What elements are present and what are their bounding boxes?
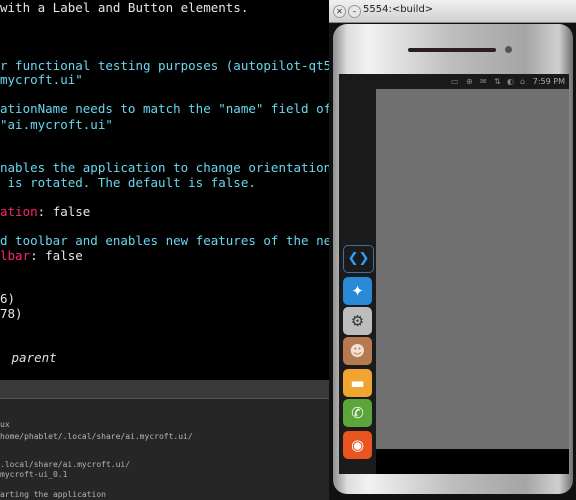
close-window-button[interactable]: ✕ [333, 5, 346, 18]
emulator-window: ✕ – 5554:<build> 7:59 PM ▭ ⊕ ✉ ⇅ ◐ ⌂ ❮❯ ✦ ⚙ ☻ ▬ ✆ ◉ [329, 0, 576, 500]
status-indicator-icon: ▭ [451, 77, 459, 86]
phone-screen[interactable]: 7:59 PM ▭ ⊕ ✉ ⇅ ◐ ⌂ ❮❯ ✦ ⚙ ☻ ▬ ✆ ◉ [339, 74, 569, 474]
phone-frame: 7:59 PM ▭ ⊕ ✉ ⇅ ◐ ⌂ ❮❯ ✦ ⚙ ☻ ▬ ✆ ◉ [333, 24, 573, 494]
code-line: d toolbar and enables new features of th… [0, 233, 330, 248]
log-line: .local/share/ai.mycroft.ui/ [0, 460, 131, 469]
code-line: 6) [0, 291, 15, 306]
code-line: "ai.mycroft.ui" [0, 117, 113, 132]
minimize-window-button[interactable]: – [348, 5, 361, 18]
code-editor[interactable]: with a Label and Button elements. r funct… [0, 0, 330, 380]
code-token: with a Label and Button elements. [0, 0, 249, 15]
code-token: is rotated. The default is false. [0, 175, 256, 190]
settings-icon[interactable]: ⚙ [343, 307, 372, 335]
ubuntu-store-icon[interactable]: ◉ [343, 431, 372, 459]
code-line: r functional testing purposes (autopilot… [0, 58, 330, 73]
log-line: arting the application [0, 490, 106, 499]
code-token: d toolbar and enables new features of th… [0, 233, 330, 248]
code-line: ation: false [0, 204, 90, 219]
code-token: 6) [0, 291, 16, 306]
status-bar[interactable]: 7:59 PM ▭ ⊕ ✉ ⇅ ◐ ⌂ [339, 74, 569, 89]
code-token: nables the application to change orienta… [0, 160, 330, 175]
phone-speaker [408, 48, 496, 52]
code-line: is rotated. The default is false. [0, 175, 256, 190]
code-token: ationName needs to match the "name" fiel… [0, 101, 330, 116]
code-line: nables the application to change orienta… [0, 160, 330, 175]
messaging-icon[interactable]: ▬ [343, 369, 372, 397]
status-indicator-icon: ⇅ [494, 77, 501, 86]
app-launcher: ❮❯ ✦ ⚙ ☻ ▬ ✆ ◉ [339, 89, 376, 474]
code-token: "ai.mycroft.ui" [0, 117, 113, 132]
app-surface[interactable] [376, 89, 569, 449]
log-line: mycroft-ui_0.1 [0, 470, 68, 479]
code-token: parent [4, 350, 57, 365]
status-indicator-icon: ✉ [480, 77, 487, 86]
panel-divider[interactable] [0, 380, 330, 399]
output-panel[interactable]: ux home/phablet/.local/share/ai.mycroft.u… [0, 380, 330, 500]
code-line: with a Label and Button elements. [0, 0, 248, 15]
code-line: 78) [0, 306, 23, 321]
contacts-icon[interactable]: ☻ [343, 337, 372, 365]
status-indicator-icon: ◐ [507, 77, 514, 86]
browser-icon[interactable]: ✦ [343, 277, 372, 305]
code-token: ation [0, 204, 38, 219]
log-line: home/phablet/.local/share/ai.mycroft.ui/ [0, 432, 193, 441]
code-token: lbar [0, 248, 31, 263]
code-line: lbar: false [0, 248, 83, 263]
code-line: parent [4, 350, 57, 365]
code-token: : false [37, 204, 91, 219]
phone-camera [505, 46, 512, 53]
log-line: ux [0, 420, 10, 429]
code-line: mycroft.ui" [0, 72, 83, 87]
window-title: 5554:<build> [363, 4, 434, 15]
status-indicator-icon: ⊕ [466, 77, 473, 86]
status-indicator-icon: ⌂ [520, 77, 526, 86]
phone-icon[interactable]: ✆ [343, 399, 372, 427]
code-token: mycroft.ui" [0, 72, 83, 87]
emulator-titlebar[interactable]: ✕ – 5554:<build> [329, 0, 576, 23]
dash-home-icon[interactable]: ❮❯ [343, 245, 374, 273]
status-clock: 7:59 PM [532, 77, 565, 86]
code-token: 78) [0, 306, 23, 321]
code-token: r functional testing purposes (autopilot… [0, 58, 330, 73]
code-token: : false [30, 248, 83, 263]
code-line: ationName needs to match the "name" fiel… [0, 101, 330, 116]
